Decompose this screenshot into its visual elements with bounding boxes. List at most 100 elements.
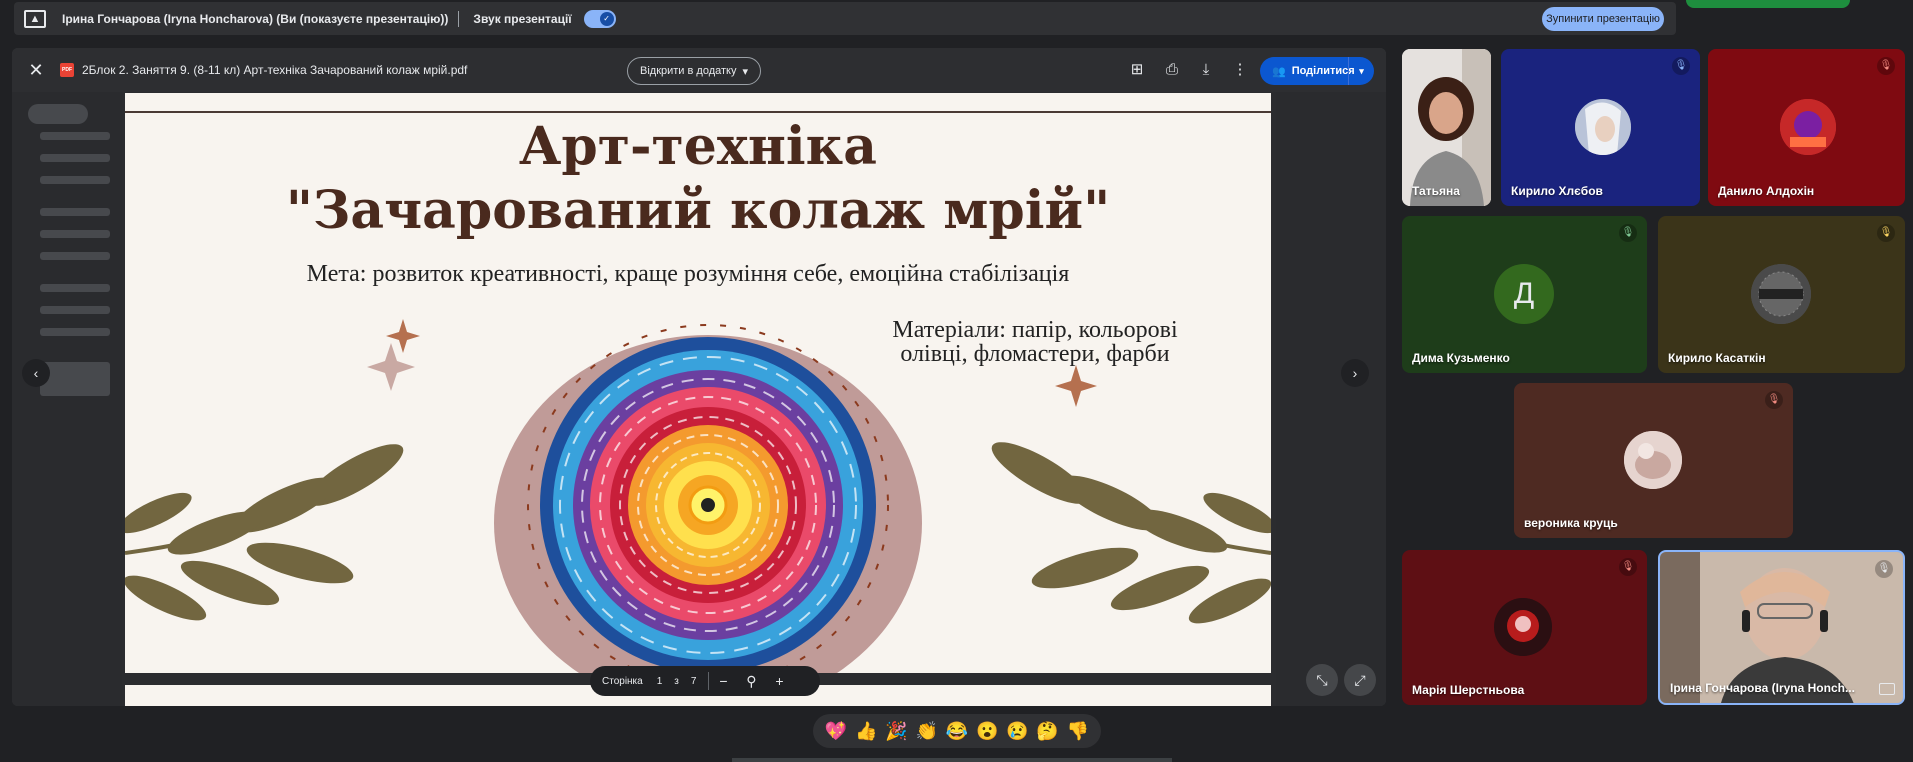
mic-icon: 🎙 xyxy=(1877,224,1895,242)
next-page-icon[interactable]: › xyxy=(1341,359,1369,387)
page-total: 7 xyxy=(690,675,697,687)
page-number[interactable]: 1 xyxy=(657,676,663,687)
participant-name: Ірина Гончарова (Iryna Honch... xyxy=(1670,681,1855,695)
bg-item xyxy=(40,328,110,336)
page-of-label: з xyxy=(674,675,679,687)
share-person-icon: 👥 xyxy=(1272,65,1286,78)
bg-item xyxy=(40,208,110,216)
sparkle-icon xyxy=(1055,365,1097,407)
mic-icon: 🎙 xyxy=(1619,224,1637,242)
participant-tile[interactable]: 🎙 Д Дима Кузьменко xyxy=(1402,216,1647,373)
participant-name: Кирило Касаткін xyxy=(1668,351,1766,365)
download-icon[interactable]: ⤓ xyxy=(1195,59,1217,81)
presenter-text: Ірина Гончарова (Iryna Honcharova) (Ви (… xyxy=(62,11,449,26)
heart-reaction-icon[interactable]: 💖 xyxy=(825,721,847,742)
sparkle-icon xyxy=(367,343,415,391)
participant-name: Марія Шерстньова xyxy=(1412,683,1525,697)
share-button[interactable]: 👥 Поділитися ▾ xyxy=(1260,57,1374,85)
avatar xyxy=(1624,431,1682,489)
page-label: Сторінка xyxy=(602,675,643,687)
participant-tile[interactable]: Татьяна xyxy=(1402,49,1491,206)
sad-reaction-icon[interactable]: 😢 xyxy=(1006,721,1028,742)
top-bar: ▲ Ірина Гончарова (Iryna Honcharova) (Ви… xyxy=(0,0,1913,36)
participant-tile[interactable]: 🎙 Данило Алдохін xyxy=(1708,49,1905,206)
pdf-page: Арт-техніка "Зачарований колаж мрій" Мет… xyxy=(125,93,1271,673)
check-icon: ✓ xyxy=(599,11,614,26)
zoom-out-icon[interactable]: − xyxy=(709,673,737,689)
thinking-reaction-icon[interactable]: 🤔 xyxy=(1036,721,1058,742)
participant-tile[interactable]: 🎙 Марія Шерстньова xyxy=(1402,550,1647,705)
previous-page-icon[interactable]: ‹ xyxy=(22,359,50,387)
sound-toggle[interactable]: ✓ xyxy=(583,9,616,28)
no-data-avatar-image xyxy=(1751,264,1811,324)
avatar: Д xyxy=(1494,264,1554,324)
avatar-image xyxy=(1494,598,1552,656)
bg-item xyxy=(40,154,110,162)
avatar xyxy=(1575,99,1631,155)
avatar-image xyxy=(1780,99,1836,155)
add-comment-icon[interactable]: ⊞ xyxy=(1126,59,1148,81)
mic-off-icon: 🎙 xyxy=(1765,391,1783,409)
thumbs-up-reaction-icon[interactable]: 👍 xyxy=(855,721,877,742)
participant-tile-self[interactable]: 🎙 Ірина Гончарова (Iryna Honch... xyxy=(1658,550,1905,705)
slide-illustration xyxy=(125,319,1271,673)
bottom-toolbar-edge xyxy=(732,758,1172,762)
participant-tile[interactable]: 🎙 Кирило Хлєбов xyxy=(1501,49,1700,206)
avatar xyxy=(1494,598,1552,656)
dropdown-arrow-icon: ▾ xyxy=(742,65,749,78)
pdf-viewer: ✕ PDF 2Блок 2. Заняття 9. (8-11 кл) Арт-… xyxy=(12,48,1386,706)
picture-in-picture-icon[interactable] xyxy=(1879,683,1895,695)
more-vert-icon[interactable]: ⋮ xyxy=(1229,59,1251,81)
pin-arrows-icon[interactable]: ⤡ xyxy=(1306,664,1338,696)
participant-name: Кирило Хлєбов xyxy=(1511,184,1603,198)
green-indicator xyxy=(1686,0,1850,8)
open-with-button[interactable]: Відкрити в додатку ▾ xyxy=(627,57,762,85)
leaf-branch-left xyxy=(125,444,404,621)
thumbs-down-reaction-icon[interactable]: 👎 xyxy=(1067,721,1089,742)
bg-item xyxy=(40,252,110,260)
avatar xyxy=(1780,99,1836,155)
laughing-reaction-icon[interactable]: 😂 xyxy=(946,721,968,742)
bg-item xyxy=(40,284,110,292)
print-icon[interactable]: ⎙ xyxy=(1161,59,1183,81)
clapping-reaction-icon[interactable]: 👏 xyxy=(916,721,938,742)
surprised-reaction-icon[interactable]: 😮 xyxy=(976,721,998,742)
participant-name: Данило Алдохін xyxy=(1718,184,1815,198)
fullscreen-icon[interactable]: ⤢ xyxy=(1344,664,1376,696)
pdf-file-icon: PDF xyxy=(60,63,74,77)
mic-off-icon: 🎙 xyxy=(1619,558,1637,576)
participant-tile[interactable]: 🎙 вероника круць xyxy=(1514,383,1793,538)
mic-off-icon: 🎙 xyxy=(1877,57,1895,75)
leaf-branch-right xyxy=(991,442,1271,624)
bg-item xyxy=(40,132,110,140)
participant-name: Дима Кузьменко xyxy=(1412,351,1510,365)
video-feed xyxy=(1402,49,1491,206)
zoom-icon[interactable]: ⚲ xyxy=(737,673,765,690)
mic-icon: 🎙 xyxy=(1875,560,1893,578)
drive-sidebar-background xyxy=(12,92,122,706)
avatar-image xyxy=(1575,99,1631,155)
bg-item xyxy=(40,306,110,314)
participant-tile[interactable]: 🎙 Кирило Касаткін xyxy=(1658,216,1905,373)
share-dropdown-icon[interactable]: ▾ xyxy=(1348,57,1374,85)
zoom-in-icon[interactable]: + xyxy=(765,673,793,689)
open-with-label: Відкрити в додатку xyxy=(640,65,737,77)
bg-item xyxy=(40,230,110,238)
share-label: Поділитися xyxy=(1291,65,1355,77)
viewer-header: ✕ PDF 2Блок 2. Заняття 9. (8-11 кл) Арт-… xyxy=(12,48,1386,92)
divider xyxy=(458,10,460,27)
avatar xyxy=(1751,264,1811,324)
page-controls: Сторінка 1 з 7 − ⚲ + xyxy=(590,666,820,696)
participant-name: Татьяна xyxy=(1412,184,1460,198)
bg-item xyxy=(40,362,110,396)
presentation-bar: ▲ Ірина Гончарова (Iryna Honcharova) (Ви… xyxy=(14,2,1676,35)
reaction-bar: 💖 👍 🎉 👏 😂 😮 😢 🤔 👎 xyxy=(813,714,1101,748)
bg-item xyxy=(40,176,110,184)
close-icon[interactable]: ✕ xyxy=(26,60,46,80)
avatar-image xyxy=(1624,431,1682,489)
stop-presenting-button[interactable]: Зупинити презентацію xyxy=(1542,7,1664,31)
party-popper-reaction-icon[interactable]: 🎉 xyxy=(885,721,907,742)
sound-label: Звук презентації xyxy=(473,11,572,26)
mic-off-icon: 🎙 xyxy=(1672,57,1690,75)
bg-new-button xyxy=(28,104,88,124)
